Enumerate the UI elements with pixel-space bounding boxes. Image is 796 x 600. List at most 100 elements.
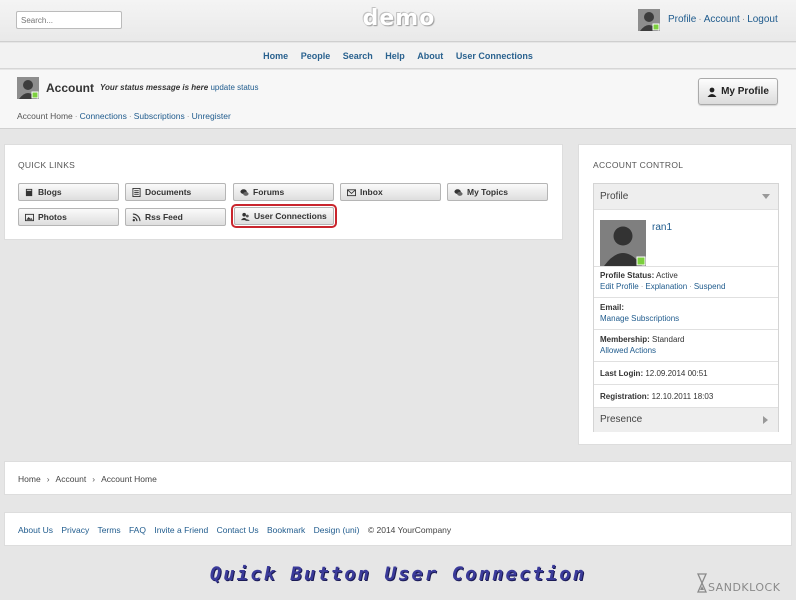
nav-item-search[interactable]: Search: [343, 51, 373, 61]
site-logo[interactable]: demo: [360, 6, 438, 31]
breadcrumb: Home › Account › Account Home: [4, 461, 792, 495]
membership-row: Membership: Standard Allowed Actions: [594, 330, 778, 362]
suspend-link[interactable]: Suspend: [694, 282, 726, 291]
quick-links-panel: QUICK LINKS Blogs Documents Forums Inbox…: [4, 144, 563, 240]
footer: About Us Privacy Terms FAQ Invite a Frie…: [4, 512, 792, 546]
profile-summary: ran1: [594, 210, 778, 267]
profile-box: Profile ran1 Profile Status: Active Edit…: [593, 183, 779, 432]
chat-bubbles-icon: [240, 188, 249, 196]
email-row: Email: Manage Subscriptions: [594, 298, 778, 330]
user-menu: Profile · Account · Logout: [668, 14, 778, 25]
presence-header-label: Presence: [600, 414, 643, 425]
image-icon: [25, 213, 34, 221]
chevron-down-icon: [762, 194, 770, 199]
inbox-label: Inbox: [360, 187, 383, 197]
membership-value: Standard: [652, 335, 685, 344]
nav-item-user-connections[interactable]: User Connections: [456, 51, 533, 61]
top-bar: demo Profile·Account·Logout: [0, 0, 796, 42]
update-status-link[interactable]: update status: [210, 83, 258, 92]
connections-link[interactable]: Connections: [80, 111, 127, 121]
avatar[interactable]: [638, 9, 660, 31]
footer-about-link[interactable]: About Us: [18, 525, 53, 535]
blogs-button[interactable]: Blogs: [18, 183, 119, 201]
email-label: Email:: [600, 303, 625, 312]
chevron-right-icon: [763, 416, 768, 424]
presence-section-header[interactable]: Presence: [594, 408, 778, 432]
my-topics-label: My Topics: [467, 187, 508, 197]
rss-feed-button[interactable]: Rss Feed: [125, 208, 226, 226]
profile-section-header[interactable]: Profile: [594, 184, 778, 210]
nav-item-about[interactable]: About: [417, 51, 443, 61]
footer-invite-link[interactable]: Invite a Friend: [154, 525, 208, 535]
registration-row: Registration: 12.10.2011 18:03: [594, 385, 778, 408]
profile-status-label: Profile Status:: [600, 271, 655, 280]
account-home-label: Account Home: [17, 111, 73, 121]
logout-link[interactable]: Logout: [747, 14, 778, 25]
profile-status-value: Active: [656, 271, 678, 280]
video-caption: Quick Button User Connection: [209, 563, 587, 585]
footer-faq-link[interactable]: FAQ: [129, 525, 146, 535]
nav-item-people[interactable]: People: [301, 51, 331, 61]
membership-label: Membership:: [600, 335, 650, 344]
documents-label: Documents: [145, 187, 192, 197]
user-connections-button[interactable]: User Connections: [231, 204, 337, 228]
user-icon: [707, 87, 717, 97]
page-title: Account: [46, 81, 94, 95]
status-text: Your status message is here: [100, 83, 209, 92]
edit-profile-link[interactable]: Edit Profile: [600, 282, 639, 291]
search-input[interactable]: [16, 11, 122, 29]
profile-status-row: Profile Status: Active Edit Profile · Expl…: [594, 267, 778, 298]
account-link[interactable]: Account: [704, 14, 740, 25]
profile-link[interactable]: Profile: [668, 14, 696, 25]
explanation-link[interactable]: Explanation: [645, 282, 687, 291]
footer-contact-link[interactable]: Contact Us: [217, 525, 259, 535]
allowed-actions-link[interactable]: Allowed Actions: [600, 346, 656, 355]
last-login-label: Last Login:: [600, 369, 644, 378]
rss-icon: [132, 212, 141, 221]
envelope-icon: [347, 188, 356, 196]
document-icon: [132, 187, 141, 197]
hourglass-icon: [697, 573, 707, 593]
footer-terms-link[interactable]: Terms: [97, 525, 120, 535]
status-message: Your status message is here update statu…: [100, 83, 258, 92]
quick-links-title: QUICK LINKS: [18, 160, 76, 170]
my-profile-label: My Profile: [721, 86, 769, 97]
user-connections-label: User Connections: [254, 211, 327, 221]
forums-label: Forums: [253, 187, 285, 197]
subscriptions-link[interactable]: Subscriptions: [134, 111, 185, 121]
watermark-text: SANDKLOCK: [708, 581, 781, 594]
chat-bubbles-icon: [454, 188, 463, 196]
photos-button[interactable]: Photos: [18, 208, 119, 226]
account-subnav: Account Home · Connections · Subscriptions · U…: [17, 111, 231, 121]
profile-header-label: Profile: [600, 191, 629, 202]
breadcrumb-account[interactable]: Account: [56, 474, 87, 484]
breadcrumb-home[interactable]: Home: [18, 474, 41, 484]
account-control-title: ACCOUNT CONTROL: [593, 160, 684, 170]
nav-item-home[interactable]: Home: [263, 51, 288, 61]
forums-button[interactable]: Forums: [233, 183, 334, 201]
nav-item-help[interactable]: Help: [385, 51, 405, 61]
my-topics-button[interactable]: My Topics: [447, 183, 548, 201]
my-profile-button[interactable]: My Profile: [698, 78, 778, 105]
blogs-label: Blogs: [38, 187, 62, 197]
footer-bookmark-link[interactable]: Bookmark: [267, 525, 305, 535]
account-control-panel: ACCOUNT CONTROL Profile ran1 Profile Sta…: [578, 144, 792, 445]
account-header: Account Your status message is here upda…: [0, 70, 796, 129]
registration-label: Registration:: [600, 392, 650, 401]
avatar[interactable]: [600, 220, 646, 266]
footer-design-link[interactable]: Design (uni): [314, 525, 360, 535]
copyright: © 2014 YourCompany: [367, 525, 452, 535]
footer-privacy-link[interactable]: Privacy: [61, 525, 89, 535]
main-nav: Home People Search Help About User Conne…: [0, 43, 796, 69]
avatar[interactable]: [17, 77, 39, 99]
unregister-link[interactable]: Unregister: [192, 111, 231, 121]
photos-label: Photos: [38, 212, 67, 222]
registration-value: 12.10.2011 18:03: [651, 392, 714, 401]
last-login-value: 12.09.2014 00:51: [645, 369, 708, 378]
manage-subscriptions-link[interactable]: Manage Subscriptions: [600, 314, 679, 323]
documents-button[interactable]: Documents: [125, 183, 226, 201]
username-link[interactable]: ran1: [652, 222, 672, 233]
breadcrumb-current: Account Home: [101, 474, 157, 484]
last-login-row: Last Login: 12.09.2014 00:51: [594, 362, 778, 385]
inbox-button[interactable]: Inbox: [340, 183, 441, 201]
